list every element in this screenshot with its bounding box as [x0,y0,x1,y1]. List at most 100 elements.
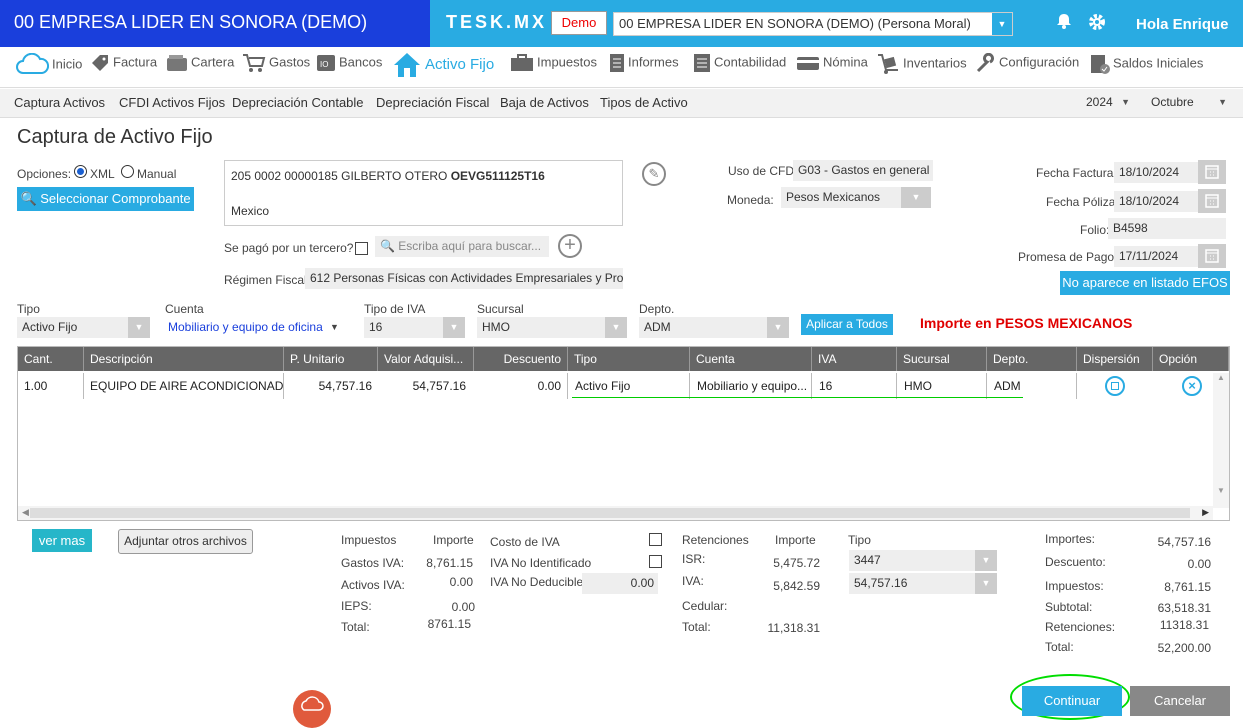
col-header-tipo[interactable]: Tipo [568,347,690,371]
card-icon [797,57,819,70]
nav-item-contabilidad[interactable]: Contabilidad [693,53,786,77]
cell-descuento[interactable]: 0.00 [474,373,568,399]
user-greeting[interactable]: Hola Enrique [1136,16,1229,33]
nav-item-cartera[interactable]: Cartera [166,53,234,77]
nav-item-activo-fijo[interactable]: Activo Fijo [392,51,494,77]
cell-cant[interactable]: 1.00 [18,373,84,399]
nav-item-configuracion[interactable]: Configuración [976,52,1079,77]
importes-label: Importes: [1045,532,1096,546]
nav-item-saldos-iniciales[interactable]: Saldos Iniciales [1090,53,1203,77]
cell-p-unitario[interactable]: 54,757.16 [284,373,378,399]
dispersion-icon[interactable] [1105,376,1125,396]
horizontal-scrollbar[interactable]: ◀ ▶ [18,506,1213,520]
cuenta-select[interactable]: Mobiliario y equipo de oficina [168,320,323,334]
cell-descripcion[interactable]: EQUIPO DE AIRE ACONDICIONADO [84,373,284,399]
chevron-down-icon[interactable]: ▼ [901,187,931,208]
col-header-opcion[interactable]: Opción [1153,347,1229,371]
col-header-descripcion[interactable]: Descripción [84,347,284,371]
cell-tipo[interactable]: Activo Fijo [568,373,690,399]
month-select[interactable]: Octubre ▼ [1145,92,1231,114]
cell-valor[interactable]: 54,757.16 [378,373,472,399]
promesa-field[interactable]: 17/11/2024 [1114,246,1198,267]
cell-depto[interactable]: ADM [987,373,1077,399]
chevron-down-icon[interactable]: ▼ [605,317,627,338]
cell-sucursal[interactable]: HMO [897,373,987,399]
impuestos-sum-value: 8,761.15 [1164,580,1211,594]
folio-field[interactable]: B4598 [1108,218,1226,239]
nav-item-bancos[interactable]: IO Bancos [316,53,382,77]
isr-value: 5,475.72 [773,556,820,570]
nav-item-informes[interactable]: Informes [609,53,679,77]
col-header-dispersion[interactable]: Dispersión [1077,347,1153,371]
iva-no-deduc-label: IVA No Deducible: [490,575,587,589]
chat-icon[interactable] [293,690,331,728]
chevron-down-icon[interactable]: ▼ [975,573,997,594]
tab-baja-de-activos[interactable]: Baja de Activos [500,95,589,110]
gear-icon[interactable] [1087,12,1107,32]
apply-all-button[interactable]: Aplicar a Todos [801,314,893,335]
chevron-down-icon[interactable]: ▼ [330,322,339,332]
calendar-icon[interactable] [1198,244,1226,268]
iva-no-ident-checkbox[interactable] [649,555,662,568]
tercero-search-input[interactable]: 🔍 Escriba aquí para buscar... [375,236,549,257]
tab-depreciacion-contable[interactable]: Depreciación Contable [232,95,364,110]
regimen-field[interactable]: 612 Personas Físicas con Actividades Emp… [305,268,623,289]
col-header-descuento[interactable]: Descuento [474,347,568,371]
adjuntar-button[interactable]: Adjuntar otros archivos [118,529,253,554]
fecha-poliza-field[interactable]: 18/10/2024 [1114,191,1198,212]
isr-label: ISR: [682,552,706,566]
col-header-valor[interactable]: Valor Adquisi... [378,347,474,371]
chevron-down-icon[interactable]: ▼ [128,317,150,338]
retenciones-tipo-header: Tipo [848,533,871,547]
nav-item-impuestos[interactable]: Impuestos [510,53,597,77]
company-select[interactable]: 00 EMPRESA LIDER EN SONORA (DEMO) (Perso… [613,12,1013,36]
chevron-down-icon[interactable]: ▼ [767,317,789,338]
iva-no-deduc-field[interactable]: 0.00 [582,573,658,594]
continuar-button[interactable]: Continuar [1022,686,1122,716]
nav-item-nomina[interactable]: Nómina [796,53,868,77]
radio-xml[interactable] [74,165,87,178]
col-header-cant[interactable]: Cant. [18,347,84,371]
nav-item-inventarios[interactable]: Inventarios [876,53,967,77]
col-header-cuenta[interactable]: Cuenta [690,347,812,371]
col-header-depto[interactable]: Depto. [987,347,1077,371]
chevron-down-icon[interactable]: ▼ [443,317,465,338]
efos-button[interactable]: No aparece en listado EFOS [1060,271,1230,295]
pencil-icon[interactable]: ✎ [642,162,666,186]
uso-cfdi-field[interactable]: G03 - Gastos en general [793,160,933,181]
tab-cfdi-activos-fijos[interactable]: CFDI Activos Fijos [119,95,225,110]
chevron-down-icon: ▼ [1218,97,1227,107]
calendar-icon[interactable] [1198,189,1226,213]
col-header-iva[interactable]: IVA [812,347,897,371]
chevron-down-icon[interactable]: ▼ [992,13,1012,35]
cell-cuenta[interactable]: Mobiliario y equipo... [690,373,812,399]
delete-icon[interactable]: × [1182,376,1202,396]
cloud-icon [16,52,50,74]
chevron-down-icon[interactable]: ▼ [975,550,997,571]
tercero-checkbox[interactable] [355,242,368,255]
company-select-value: 00 EMPRESA LIDER EN SONORA (DEMO) (Perso… [619,16,971,31]
nav-item-gastos[interactable]: Gastos [242,53,310,77]
provider-line: 205 0002 00000185 GILBERTO OTERO OEVG511… [231,169,545,183]
subtotal-label: Subtotal: [1045,600,1093,614]
vertical-scrollbar[interactable]: ▲ ▼ [1213,373,1229,508]
col-header-p-unitario[interactable]: P. Unitario [284,347,378,371]
add-circle-icon[interactable]: + [558,234,582,258]
year-select[interactable]: 2024 ▼ [1080,92,1134,114]
fecha-factura-field[interactable]: 18/10/2024 [1114,162,1198,183]
tab-tipos-de-activo[interactable]: Tipos de Activo [600,95,688,110]
costo-iva-checkbox[interactable] [649,533,662,546]
tab-captura-activos[interactable]: Captura Activos [14,95,105,110]
bell-icon[interactable] [1055,12,1075,32]
ver-mas-button[interactable]: ver mas [32,529,92,552]
col-header-sucursal[interactable]: Sucursal [897,347,987,371]
calendar-icon[interactable] [1198,160,1226,184]
nav-item-factura[interactable]: Factura [90,53,157,77]
cancelar-button[interactable]: Cancelar [1130,686,1230,716]
cell-iva[interactable]: 16 [812,373,897,399]
select-comprobante-button[interactable]: 🔍 Seleccionar Comprobante [17,187,194,211]
nav-item-inicio[interactable]: Inicio [15,52,82,77]
tab-depreciacion-fiscal[interactable]: Depreciación Fiscal [376,95,489,110]
radio-manual[interactable] [121,165,134,178]
tag-icon [92,55,108,71]
